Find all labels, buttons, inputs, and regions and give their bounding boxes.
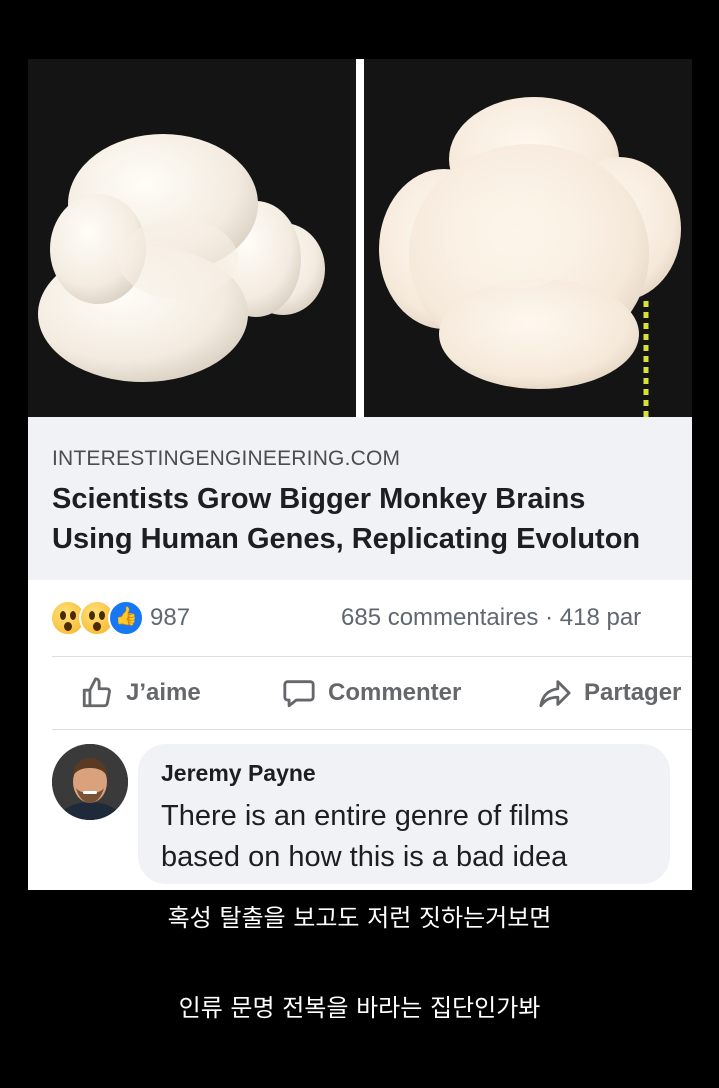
thumbs-up-icon bbox=[82, 677, 111, 708]
link-headline: Scientists Grow Bigger Monkey Brains Usi… bbox=[52, 479, 692, 559]
small-brain-organoid-image[interactable] bbox=[28, 59, 356, 417]
headline-line-1: Scientists Grow Bigger Monkey Brains bbox=[52, 483, 586, 515]
like-icon bbox=[108, 600, 144, 636]
avatar[interactable] bbox=[52, 744, 128, 820]
comment-text-line-2: based on how this is a bad idea bbox=[161, 841, 568, 873]
comments-shares-count[interactable]: 685 commentaires · 418 par bbox=[341, 604, 641, 632]
share-label: Partager bbox=[584, 679, 682, 706]
link-domain: INTERESTINGENGINEERING.COM bbox=[52, 447, 401, 470]
caption-line-1: 혹성 탈출을 보고도 저런 짓하는거보면 bbox=[167, 904, 552, 932]
comment-text-line-1: There is an entire genre of films bbox=[161, 800, 569, 832]
facebook-post-card: INTERESTINGENGINEERING.COM Scientists Gr… bbox=[28, 59, 692, 890]
comment-bubble[interactable]: Jeremy Payne There is an entire genre of… bbox=[138, 744, 670, 884]
post-images[interactable] bbox=[28, 59, 692, 417]
like-button[interactable]: J’aime bbox=[80, 675, 201, 711]
like-label: J’aime bbox=[126, 679, 201, 706]
headline-line-2: Using Human Genes, Replicating Evoluton bbox=[52, 523, 641, 555]
caption-line-2: 인류 문명 전복을 바라는 집단인가봐 bbox=[178, 994, 541, 1022]
post-actions: J’aime Commenter Partager bbox=[28, 657, 692, 729]
comment-button[interactable]: Commenter bbox=[282, 675, 461, 711]
link-preview[interactable]: INTERESTINGENGINEERING.COM Scientists Gr… bbox=[28, 417, 692, 580]
comment-author[interactable]: Jeremy Payne bbox=[161, 760, 316, 787]
large-brain-organoid-image[interactable] bbox=[364, 59, 692, 417]
comment-label: Commenter bbox=[328, 679, 462, 706]
reaction-count[interactable]: 987 bbox=[150, 604, 190, 632]
share-button[interactable]: Partager bbox=[538, 675, 681, 711]
post-stats: 987 685 commentaires · 418 par bbox=[28, 580, 692, 656]
comment: Jeremy Payne There is an entire genre of… bbox=[28, 730, 692, 890]
comment-text: There is an entire genre of films based … bbox=[161, 796, 661, 878]
comment-bubble-icon bbox=[283, 680, 315, 708]
share-arrow-icon bbox=[539, 680, 571, 708]
